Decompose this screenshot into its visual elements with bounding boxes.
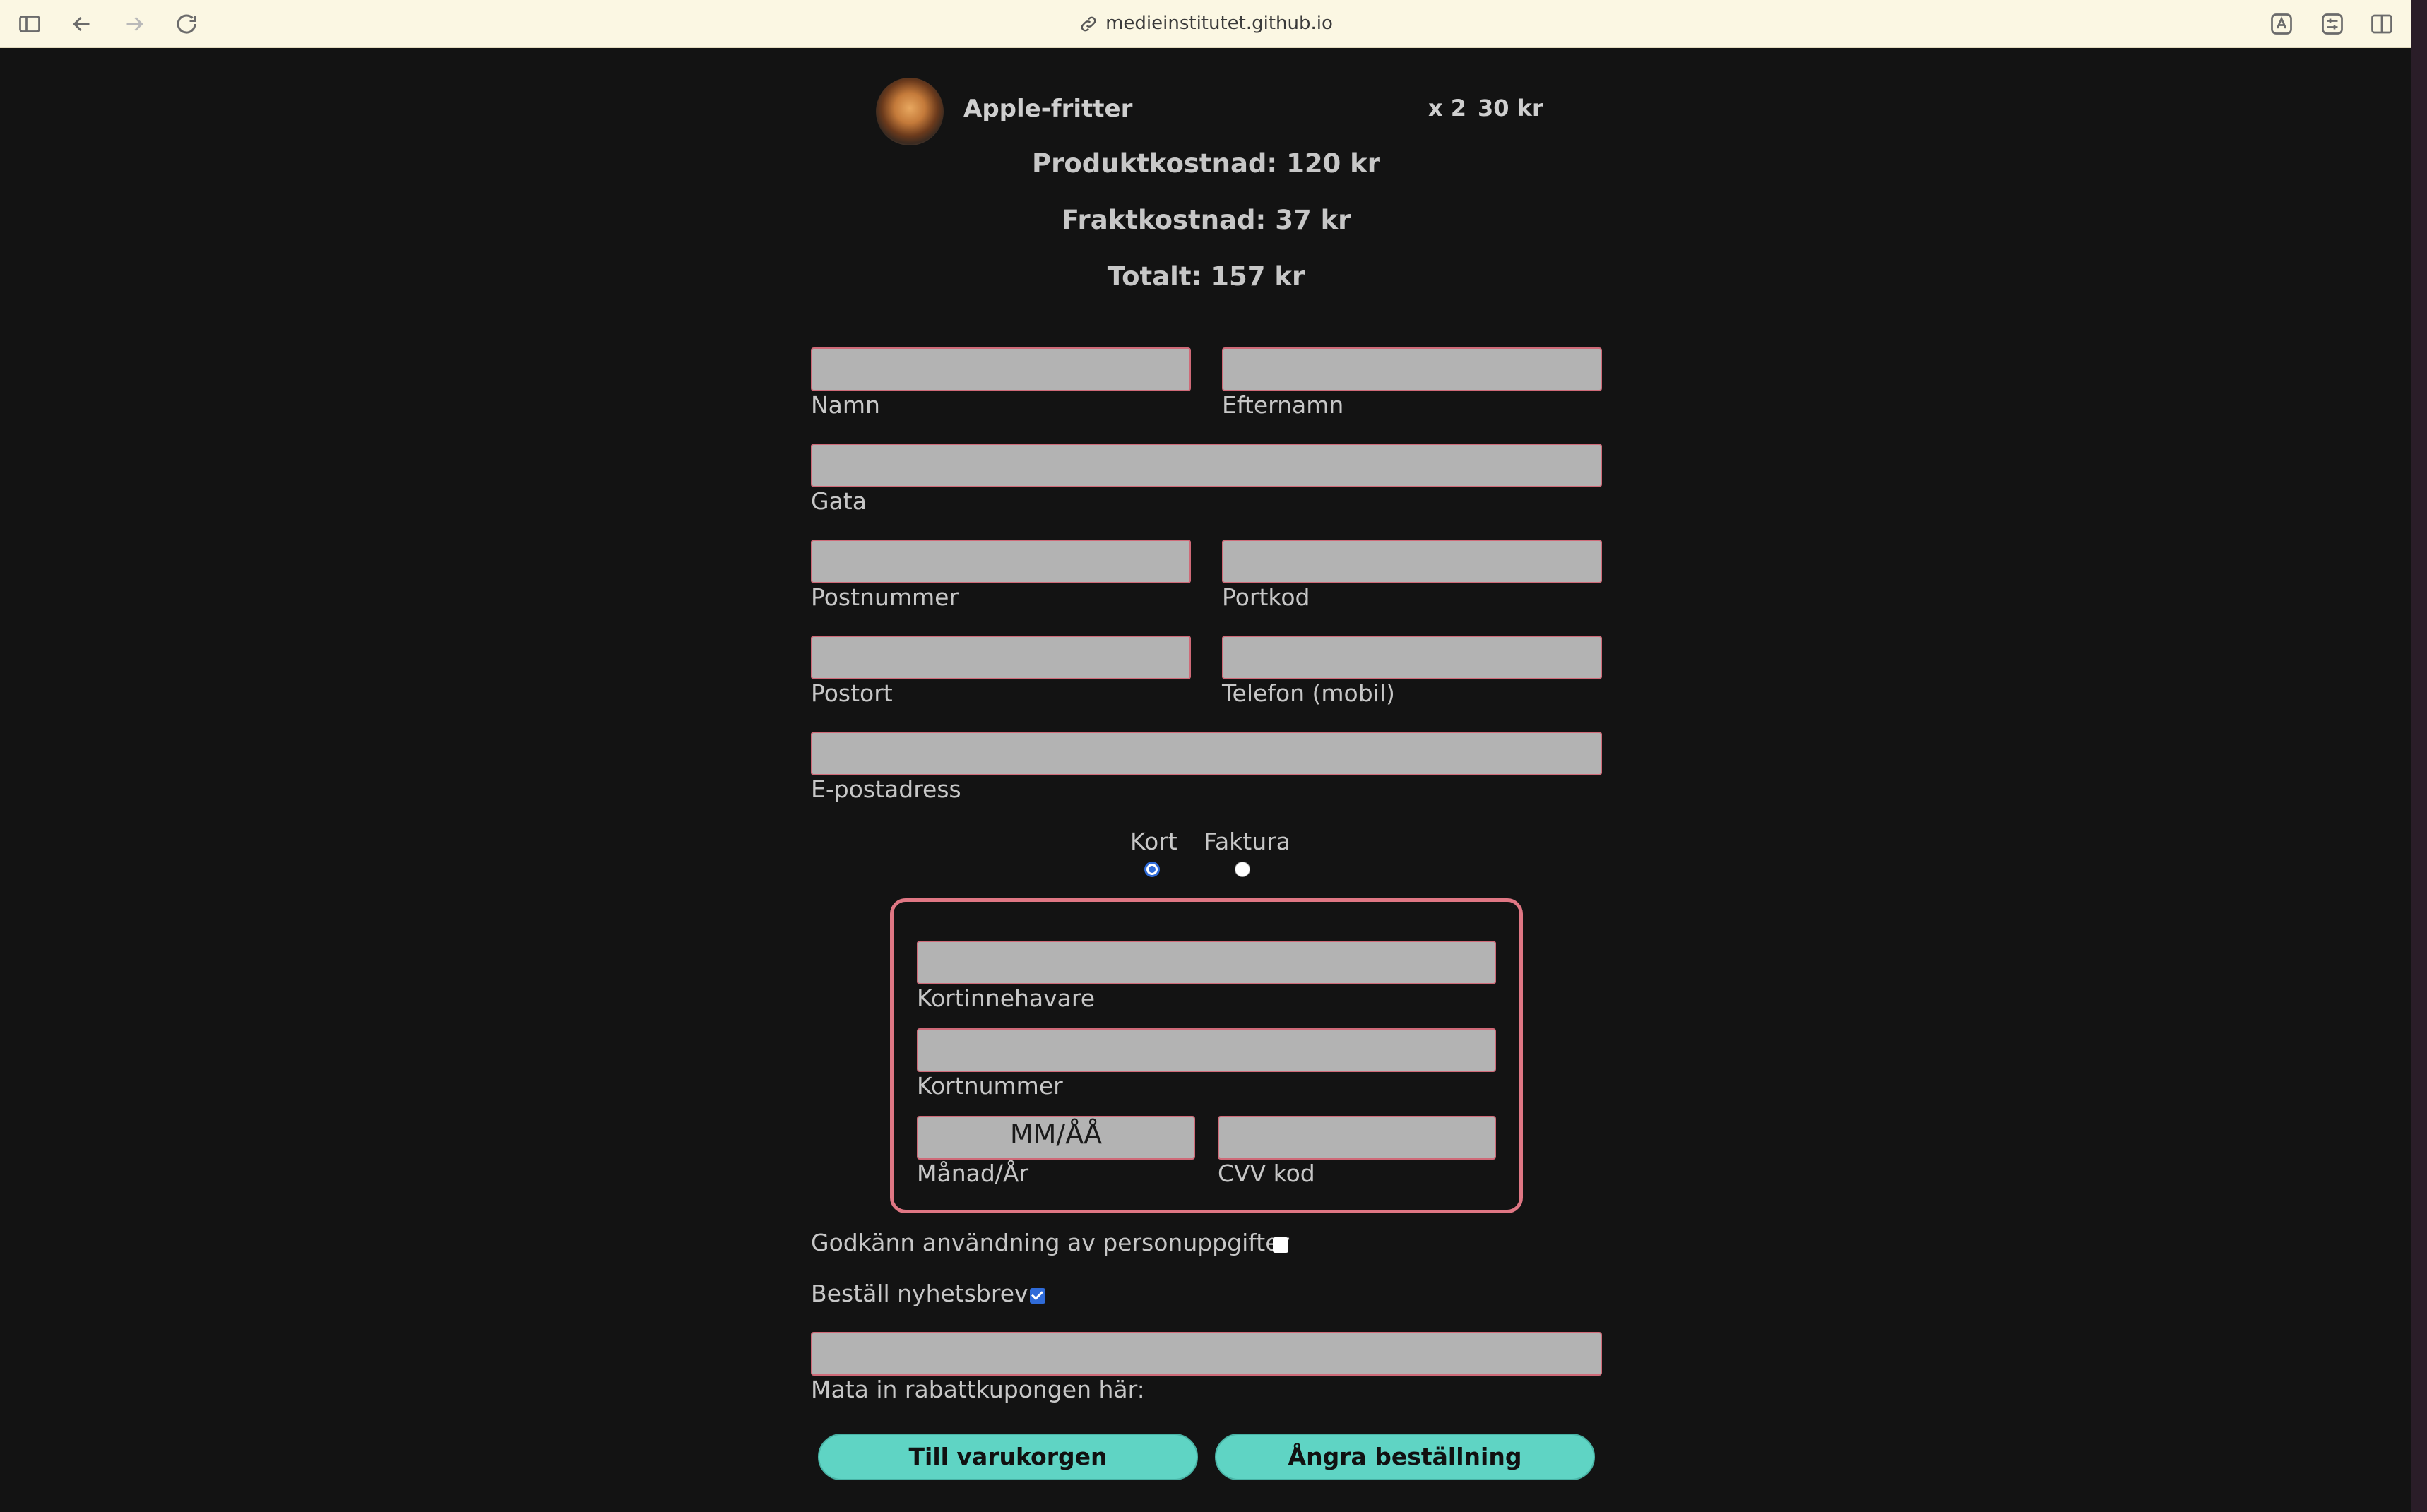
translate-icon[interactable]: [2267, 10, 2296, 38]
street-field[interactable]: [811, 444, 1602, 487]
cvv-field[interactable]: [1218, 1116, 1496, 1160]
window-edge: [2411, 0, 2427, 1512]
email-field[interactable]: [811, 732, 1602, 775]
total-cost: Totalt: 157 kr: [1107, 261, 1305, 292]
newsletter-label: Beställ nyhetsbrev: [811, 1280, 1028, 1307]
cart-item-row: Apple-fritter x 2 30 kr: [876, 62, 1547, 145]
personal-data-label: Godkänn användning av personuppgifter: [811, 1229, 1290, 1256]
card-number-field[interactable]: [917, 1028, 1496, 1072]
door-code-label: Portkod: [1222, 583, 1310, 611]
last-name-field[interactable]: [1222, 347, 1602, 391]
split-view-icon[interactable]: [2368, 10, 2396, 38]
product-price: 30 kr: [1478, 95, 1543, 121]
first-name-field[interactable]: [811, 347, 1191, 391]
link-icon: [1081, 16, 1096, 31]
expiry-label: Månad/År: [917, 1160, 1029, 1187]
reload-icon[interactable]: [172, 10, 201, 38]
phone-label: Telefon (mobil): [1222, 679, 1395, 707]
shipping-cost: Fraktkostnad: 37 kr: [1061, 205, 1351, 235]
back-arrow-icon[interactable]: [68, 10, 96, 38]
door-code-field[interactable]: [1222, 540, 1602, 583]
extension-icon[interactable]: [2318, 10, 2346, 38]
city-label: Postort: [811, 679, 893, 707]
browser-toolbar: medieinstitutet.github.io: [0, 0, 2411, 48]
checkout-page: Apple-fritter x 2 30 kr Produktkostnad: …: [0, 48, 2411, 1512]
city-field[interactable]: [811, 636, 1191, 679]
product-name: Apple-fritter: [963, 95, 1133, 123]
phone-field[interactable]: [1222, 636, 1602, 679]
url-text: medieinstitutet.github.io: [1105, 13, 1333, 34]
payment-card-label: Kort: [1130, 828, 1177, 855]
browser-window: medieinstitutet.github.io Apple-fritter …: [0, 0, 2411, 1512]
payment-invoice-radio[interactable]: [1235, 862, 1250, 877]
cvv-label: CVV kod: [1218, 1160, 1315, 1187]
postal-code-field[interactable]: [811, 540, 1191, 583]
email-label: E-postadress: [811, 775, 961, 803]
last-name-label: Efternamn: [1222, 391, 1344, 419]
payment-card-radio[interactable]: [1144, 862, 1160, 877]
coupon-field[interactable]: [811, 1332, 1602, 1376]
to-cart-button[interactable]: Till varukorgen: [818, 1434, 1198, 1480]
payment-invoice-label: Faktura: [1204, 828, 1290, 855]
newsletter-checkbox[interactable]: [1030, 1288, 1045, 1304]
card-number-label: Kortnummer: [917, 1072, 1063, 1100]
sidebar-icon[interactable]: [16, 10, 44, 38]
expiry-placeholder: MM/ÅÅ: [1009, 1119, 1103, 1150]
postal-code-label: Postnummer: [811, 583, 959, 611]
product-quantity: x 2: [1428, 95, 1467, 121]
product-cost: Produktkostnad: 120 kr: [1031, 148, 1381, 179]
street-label: Gata: [811, 487, 867, 515]
personal-data-checkbox[interactable]: [1273, 1237, 1288, 1253]
product-image: [876, 78, 944, 145]
forward-arrow-icon[interactable]: [120, 10, 148, 38]
cancel-order-button[interactable]: Ångra beställning: [1215, 1434, 1595, 1480]
card-holder-label: Kortinnehavare: [917, 984, 1096, 1012]
card-holder-field[interactable]: [917, 941, 1496, 984]
address-bar[interactable]: medieinstitutet.github.io: [989, 0, 1423, 47]
coupon-label: Mata in rabattkupongen här:: [811, 1376, 1145, 1403]
first-name-label: Namn: [811, 391, 880, 419]
